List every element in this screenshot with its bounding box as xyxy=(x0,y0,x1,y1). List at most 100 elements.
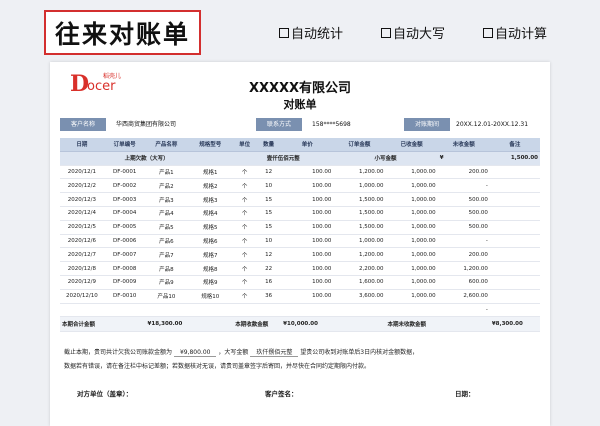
received-value: ¥10,000.00 xyxy=(281,316,386,333)
table-cell: 15 xyxy=(256,192,282,207)
column-header: 产品名称 xyxy=(145,138,188,152)
table-cell: 规格4 xyxy=(187,206,234,221)
table-cell: 1,000.00 xyxy=(333,178,386,194)
table-cell: 2020/12/8 xyxy=(60,261,104,276)
small-amount-label: 小写金额 xyxy=(333,151,438,166)
table-cell: 100.00 xyxy=(281,275,334,290)
statement-table: 日期 订单编号 产品名称 规格型号 单位 数量 单价 订单金额 已收金额 未收金… xyxy=(60,138,540,333)
checkbox-icon xyxy=(483,27,493,38)
counterparty-seal-label: 对方单位（盖章）： xyxy=(77,390,133,398)
table-cell: 1,000.00 xyxy=(333,234,386,249)
table-cell: 2020/12/2 xyxy=(60,178,104,194)
contact-label: 联系方式 xyxy=(256,118,302,131)
table-cell: 1,500.00 xyxy=(333,206,386,221)
table-cell xyxy=(281,303,334,318)
table-cell xyxy=(489,275,540,290)
table-cell xyxy=(489,178,540,194)
table-cell: 2020/12/6 xyxy=(60,234,104,249)
table-cell: DF-0009 xyxy=(103,275,146,290)
table-cell: 1,500.00 xyxy=(333,192,386,207)
table-cell: - xyxy=(437,178,490,194)
table-cell: 2020/12/10 xyxy=(60,289,104,304)
table-cell: 2020/12/7 xyxy=(60,247,104,263)
table-cell: 100.00 xyxy=(281,247,334,263)
table-cell: 100.00 xyxy=(281,234,334,249)
table-cell: 500.00 xyxy=(437,192,490,207)
table-row: 2020/12/10 DF-0010 产品10 规格10 个 36 100.00 3,600.… xyxy=(60,289,540,304)
period-value: 20XX.12.01-20XX.12.31 xyxy=(456,121,529,128)
table-cell: 10 xyxy=(256,234,282,249)
table-cell: 1,000.00 xyxy=(385,192,438,207)
table-cell: 36 xyxy=(256,289,282,304)
table-cell xyxy=(385,303,438,318)
table-cell: 22 xyxy=(256,261,282,276)
statement-line-2: 数据若有错误，请在备注栏中标记差额；若数据核对无误，请贵司盖章签字后寄回，并尽快… xyxy=(64,363,371,370)
outstanding-amount: ¥9,800.00 xyxy=(173,349,217,357)
table-row: 2020/12/4 DF-0004 产品4 规格4 个 15 100.00 1,500.00 1… xyxy=(60,206,540,221)
feature-auto-calc: 自动计算 xyxy=(483,23,547,42)
table-cell: 个 xyxy=(233,220,257,235)
table-cell: 200.00 xyxy=(437,165,490,180)
table-cell: 100.00 xyxy=(281,206,334,221)
table-cell: 规格6 xyxy=(187,234,234,249)
table-row: 2020/12/1 DF-0001 产品1 规格1 个 12 100.00 1,200.00 1… xyxy=(60,165,540,180)
table-cell xyxy=(489,289,540,304)
table-cell: DF-0004 xyxy=(103,206,146,221)
statement-sheet: Docer 稻壳儿 XXXXX有限公司 对账单 客户名称 华西商贸集团有限公司 … xyxy=(50,62,550,426)
table-cell: 600.00 xyxy=(437,275,490,290)
table-cell: 产品3 xyxy=(145,192,188,207)
column-header: 已收金额 xyxy=(385,138,438,152)
table-cell: DF-0010 xyxy=(103,289,146,304)
unreceived-label: 本期未收款金额 xyxy=(385,316,490,333)
table-cell: 个 xyxy=(233,247,257,263)
table-cell: 产品4 xyxy=(145,206,188,221)
table-cell: 2020/12/1 xyxy=(60,165,104,180)
table-cell: 15 xyxy=(256,206,282,221)
totals-row: 本期合计金额 ¥18,300.00 本期收款金额 ¥10,000.00 本期未收… xyxy=(60,316,540,333)
page-heading-box: 往来对账单 xyxy=(44,10,201,55)
table-cell: 1,500.00 xyxy=(333,220,386,235)
table-cell: 2,200.00 xyxy=(333,261,386,276)
table-cell: 500.00 xyxy=(437,220,490,235)
column-header: 单位 xyxy=(233,138,257,152)
table-row: 2020/12/9 DF-0009 产品9 规格9 个 16 100.00 1,600.00 1… xyxy=(60,275,540,290)
table-cell: 1,000.00 xyxy=(385,234,438,249)
table-cell: DF-0005 xyxy=(103,220,146,235)
table-cell: 规格3 xyxy=(187,192,234,207)
table-cell xyxy=(256,303,282,318)
info-row: 客户名称 华西商贸集团有限公司 联系方式 158****5698 对账期间 20… xyxy=(60,118,540,131)
table-cell xyxy=(489,220,540,235)
table-cell: DF-0007 xyxy=(103,247,146,263)
table-cell xyxy=(489,247,540,263)
table-cell: 1,200.00 xyxy=(437,261,490,276)
table-cell: 1,000.00 xyxy=(385,178,438,194)
table-cell: 产品1 xyxy=(145,165,188,180)
table-cell: 2,600.00 xyxy=(437,289,490,304)
table-row: 2020/12/3 DF-0003 产品3 规格3 个 15 100.00 1,500.00 1… xyxy=(60,192,540,207)
table-cell: 个 xyxy=(233,289,257,304)
feature-auto-uppercase: 自动大写 xyxy=(381,23,445,42)
customer-signature-label: 客户签名： xyxy=(265,390,298,398)
table-cell: 规格1 xyxy=(187,165,234,180)
total-label: 本期合计金额 xyxy=(60,316,146,333)
table-cell: 规格7 xyxy=(187,247,234,263)
table-cell: 1,600.00 xyxy=(333,275,386,290)
table-cell: 规格9 xyxy=(187,275,234,290)
table-cell: 规格2 xyxy=(187,178,234,194)
table-cell: 个 xyxy=(233,165,257,180)
table-cell: 1,000.00 xyxy=(385,206,438,221)
table-cell xyxy=(489,165,540,180)
table-cell: 2020/12/5 xyxy=(60,220,104,235)
table-cell: 产品2 xyxy=(145,178,188,194)
column-header: 备注 xyxy=(489,138,540,152)
table-cell: 2020/12/4 xyxy=(60,206,104,221)
table-row: 2020/12/7 DF-0007 产品7 规格7 个 12 100.00 1,200.00 1… xyxy=(60,247,540,263)
checkbox-icon xyxy=(279,27,289,38)
column-header: 单价 xyxy=(281,138,334,152)
table-cell: 1,000.00 xyxy=(385,289,438,304)
checkbox-icon xyxy=(381,27,391,38)
table-cell xyxy=(489,206,540,221)
unreceived-value: ¥8,300.00 xyxy=(489,316,540,333)
table-cell xyxy=(103,303,146,318)
table-cell: DF-0008 xyxy=(103,261,146,276)
